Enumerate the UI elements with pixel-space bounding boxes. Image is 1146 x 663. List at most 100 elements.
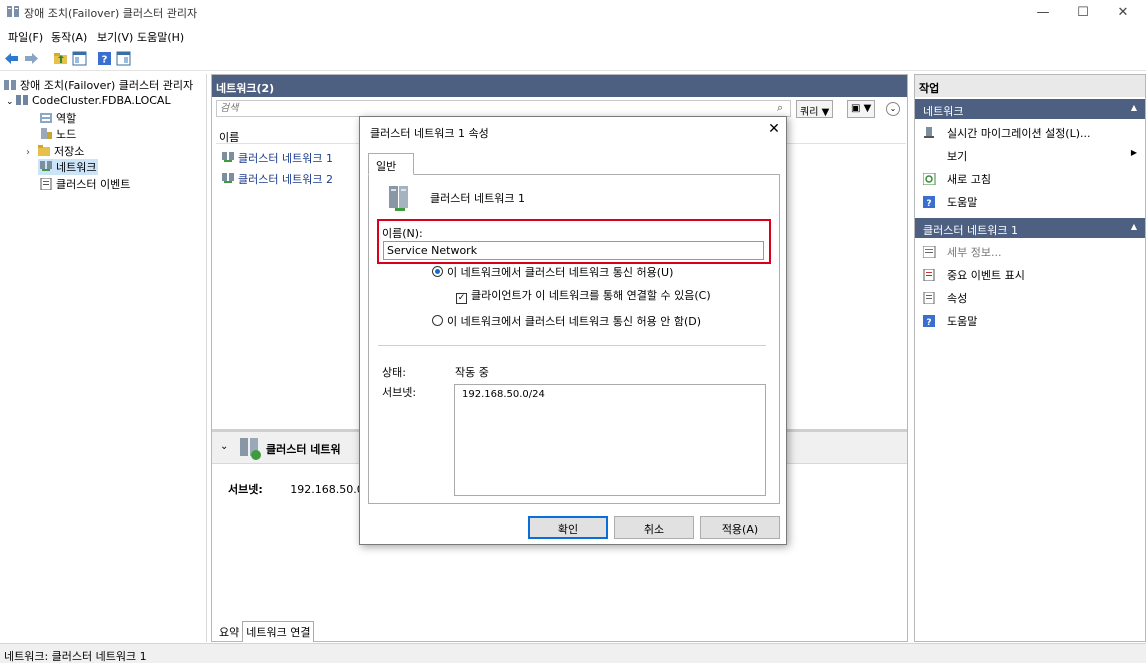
apply-button[interactable]: 적용(A) <box>700 516 780 539</box>
minimize-button[interactable]: — <box>1023 0 1063 25</box>
actions-pane: 작업 네트워크 ▲ 실시간 마이그레이션 설정(L)... 보기 ▶ 새로 고침… <box>914 74 1146 642</box>
show-action-pane-icon[interactable] <box>116 51 131 66</box>
save-icon: ▣ <box>851 103 861 114</box>
properties-icon <box>923 291 936 305</box>
action-help-2[interactable]: ? 도움말 <box>923 313 977 329</box>
cancel-button[interactable]: 취소 <box>614 516 694 539</box>
help-icon[interactable]: ? <box>97 51 112 66</box>
details-icon <box>922 245 936 259</box>
submenu-arrow-icon: ▶ <box>1130 148 1137 157</box>
nodes-icon <box>40 128 53 140</box>
menu-bar: 파일(F) 동작(A) 보기(V) 도움말(H) <box>0 26 1146 46</box>
radio-allow-cluster-communication[interactable]: 이 네트워크에서 클러스터 네트워크 통신 허용(U) <box>432 264 673 280</box>
action-refresh[interactable]: 새로 고침 <box>922 171 991 187</box>
tab-general[interactable]: 일반 <box>368 153 414 175</box>
subnet-value: 192.168.50.0/24 <box>462 389 545 400</box>
results-header: 네트워크(2) <box>212 75 907 97</box>
action-live-migration[interactable]: 실시간 마이그레이션 설정(L)... <box>923 125 1091 141</box>
console-tree-icon[interactable] <box>72 51 87 66</box>
tree-item-nodes[interactable]: 노드 <box>40 126 76 142</box>
state-value: 작동 중 <box>455 366 489 379</box>
folder-up-icon[interactable] <box>53 51 68 66</box>
back-icon[interactable] <box>4 51 19 66</box>
cluster-events-icon <box>40 177 53 191</box>
tree-item-networks[interactable]: 네트워크 <box>38 159 99 175</box>
search-box[interactable]: ⌕ <box>216 100 791 117</box>
menu-view[interactable]: 보기(V) <box>97 29 133 45</box>
collapse-search-icon[interactable]: ⌄ <box>886 102 900 116</box>
help-icon: ? <box>923 196 936 209</box>
list-item[interactable]: 클러스터 네트워크 2 <box>222 171 333 187</box>
menu-file[interactable]: 파일(F) <box>8 29 43 45</box>
help-icon: ? <box>923 315 936 328</box>
tab-network-connections[interactable]: 네트워크 연결 <box>242 621 315 642</box>
cluster-manager-icon <box>4 79 17 91</box>
cluster-manager-icon <box>6 5 20 21</box>
dialog-close-button[interactable]: ✕ <box>764 121 784 137</box>
events-icon <box>923 268 936 282</box>
action-help[interactable]: ? 도움말 <box>923 194 977 210</box>
roles-icon <box>40 112 53 124</box>
maximize-button[interactable]: ☐ <box>1063 0 1103 25</box>
detail-title: 클러스터 네트워 <box>266 443 341 456</box>
tree-cluster[interactable]: ⌄ CodeCluster.FDBA.LOCAL <box>6 94 171 107</box>
window-title: 장애 조치(Failover) 클러스터 관리자 <box>24 7 198 20</box>
actions-section-cluster-network-1[interactable]: 클러스터 네트워크 1 ▲ <box>915 218 1145 238</box>
refresh-icon <box>922 172 936 186</box>
name-field[interactable] <box>383 241 764 260</box>
tree-item-roles[interactable]: 역할 <box>40 110 76 126</box>
detail-subnet: 서브넷: 192.168.50.0/ <box>228 483 368 496</box>
action-properties[interactable]: 속성 <box>923 290 967 306</box>
query-button[interactable]: 쿼리 ▼ <box>796 100 834 118</box>
ok-button[interactable]: 확인 <box>528 516 608 539</box>
checkbox-allow-clients[interactable]: ✓ 클라이언트가 이 네트워크를 통해 연결할 수 있음(C) <box>456 287 711 304</box>
migration-icon <box>923 127 936 139</box>
tree-item-cluster-events[interactable]: 클러스터 이벤트 <box>40 176 130 192</box>
network-icon <box>222 173 235 185</box>
collapse-up-icon[interactable]: ▲ <box>1131 103 1137 112</box>
action-critical-events[interactable]: 중요 이벤트 표시 <box>923 267 1025 283</box>
divider <box>378 345 766 346</box>
chevron-right-icon[interactable]: › <box>26 147 38 158</box>
tree-root[interactable]: 장애 조치(Failover) 클러스터 관리자 <box>4 77 193 93</box>
menu-action[interactable]: 동작(A) <box>51 29 87 45</box>
collapse-up-icon[interactable]: ▲ <box>1131 222 1137 231</box>
tab-summary[interactable]: 요약 <box>216 624 242 641</box>
state-label: 상태: <box>382 366 406 379</box>
subnet-list[interactable]: 192.168.50.0/24 <box>454 384 766 496</box>
list-item[interactable]: 클러스터 네트워크 1 <box>222 150 333 166</box>
radio-unselected-icon[interactable] <box>432 315 443 326</box>
dialog-title: 클러스터 네트워크 1 속성 <box>370 127 489 140</box>
dialog-network-name: 클러스터 네트워크 1 <box>430 192 525 205</box>
action-view[interactable]: 보기 ▶ <box>947 148 1137 164</box>
checkbox-checked-icon[interactable]: ✓ <box>456 293 467 304</box>
action-details[interactable]: 세부 정보... <box>922 244 1001 260</box>
save-query-button[interactable]: ▣ ▼ <box>847 100 876 118</box>
toolbar: ? <box>0 47 1146 71</box>
cluster-icon <box>16 94 29 106</box>
radio-selected-icon[interactable] <box>432 266 443 277</box>
chevron-down-icon[interactable]: ⌄ <box>6 97 16 107</box>
network-icon <box>222 152 235 164</box>
search-icon[interactable]: ⌕ <box>777 101 783 115</box>
close-button[interactable]: ✕ <box>1103 0 1143 25</box>
dropdown-arrow-icon: ▼ <box>821 107 830 118</box>
name-label: 이름(N): <box>382 227 423 240</box>
svg-text:?: ? <box>926 199 931 208</box>
status-bar: 네트워크: 클러스터 네트워크 1 <box>0 643 1146 663</box>
subnet-label: 서브넷: <box>382 386 417 399</box>
storage-icon <box>38 145 51 157</box>
dropdown-arrow-icon: ▼ <box>863 103 872 114</box>
menu-help[interactable]: 도움말(H) <box>137 29 184 45</box>
tree-item-storage[interactable]: › 저장소 <box>26 143 84 159</box>
actions-title: 작업 <box>915 75 1145 97</box>
title-bar: 장애 조치(Failover) 클러스터 관리자 — ☐ ✕ <box>0 0 1146 25</box>
console-tree: 장애 조치(Failover) 클러스터 관리자 ⌄ CodeCluster.FD… <box>0 74 207 642</box>
search-input[interactable] <box>217 101 767 116</box>
radio-deny-cluster-communication[interactable]: 이 네트워크에서 클러스터 네트워크 통신 허용 안 함(D) <box>432 313 701 329</box>
detail-tabs: 요약 네트워크 연결 <box>216 621 315 642</box>
chevron-down-icon[interactable]: ⌄ <box>220 441 228 452</box>
forward-icon[interactable] <box>24 51 39 66</box>
actions-section-networks[interactable]: 네트워크 ▲ <box>915 99 1145 119</box>
properties-dialog: 클러스터 네트워크 1 속성 ✕ 일반 클러스터 네트워크 1 이름(N): 이… <box>359 116 787 545</box>
